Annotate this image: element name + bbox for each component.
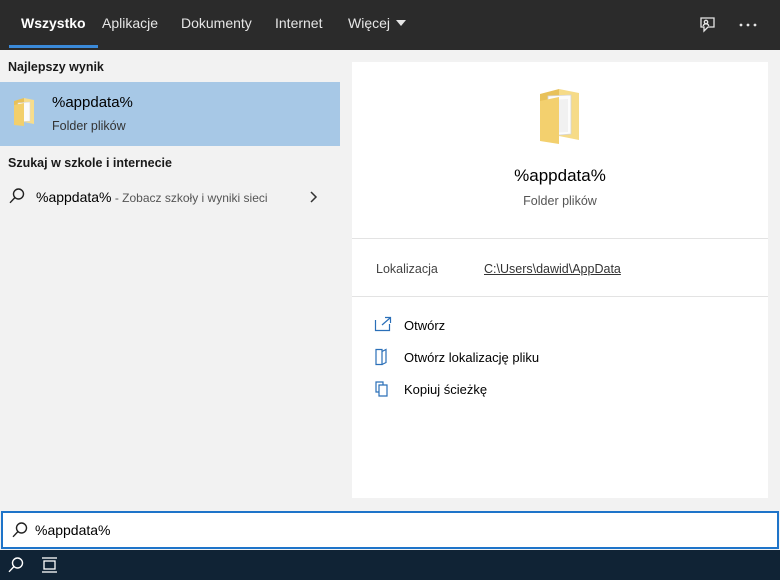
open-file-location-label: Otwórz lokalizację pliku [404,350,540,365]
web-result-query: %appdata% [36,189,112,205]
folder-icon [12,97,36,132]
search-icon [11,521,29,544]
copy-path-action[interactable]: Kopiuj ścieżkę [374,378,674,402]
search-icon [8,187,26,210]
best-match-result[interactable]: %appdata% Folder plików [0,82,340,146]
tab-documents[interactable]: Dokumenty [181,0,252,50]
open-icon [374,316,392,337]
divider [352,296,768,297]
copy-path-icon [374,380,390,403]
tab-more[interactable]: Więcej [348,0,407,50]
best-match-type: Folder plików [52,119,126,133]
web-search-result[interactable]: %appdata% - Zobacz szkoły i wyniki sieci [0,178,340,216]
location-path-link[interactable]: C:\Users\dawid\AppData [484,262,621,276]
search-icon[interactable] [7,556,25,579]
tab-all[interactable]: Wszystko [9,0,98,50]
preview-subtitle: Folder plików [523,194,597,208]
divider [352,238,768,239]
open-file-location-icon [374,348,390,371]
preview-pane: %appdata% Folder plików Lokalizacja C:\U… [352,62,768,498]
web-search-heading: Szukaj w szkole i internecie [8,156,172,170]
open-file-location-action[interactable]: Otwórz lokalizację pliku [374,346,674,370]
feedback-icon[interactable] [694,12,720,38]
location-label: Lokalizacja [376,262,438,276]
web-result-text: %appdata% - Zobacz szkoły i wyniki sieci [36,189,284,205]
task-view-icon[interactable] [40,556,60,579]
more-options-icon[interactable] [735,12,761,38]
search-input[interactable] [35,519,735,541]
search-filter-bar: Wszystko Aplikacje Dokumenty Internet Wi… [0,0,780,50]
chevron-down-icon [396,20,407,26]
open-action[interactable]: Otwórz [374,314,674,338]
copy-path-label: Kopiuj ścieżkę [404,382,488,397]
tab-apps[interactable]: Aplikacje [102,0,158,50]
web-result-suffix: - Zobacz szkoły i wyniki sieci [111,191,268,205]
taskbar [0,550,780,580]
folder-icon [537,86,583,151]
preview-title: %appdata% [514,166,606,185]
results-pane: Najlepszy wynik %appdata% Folder plików … [0,50,340,510]
best-match-heading: Najlepszy wynik [8,60,104,74]
open-action-label: Otwórz [404,318,446,333]
best-match-name: %appdata% [52,94,133,111]
search-box [1,511,779,549]
tab-web[interactable]: Internet [275,0,322,50]
tab-more-label: Więcej [348,15,391,31]
chevron-right-icon[interactable] [308,190,318,209]
